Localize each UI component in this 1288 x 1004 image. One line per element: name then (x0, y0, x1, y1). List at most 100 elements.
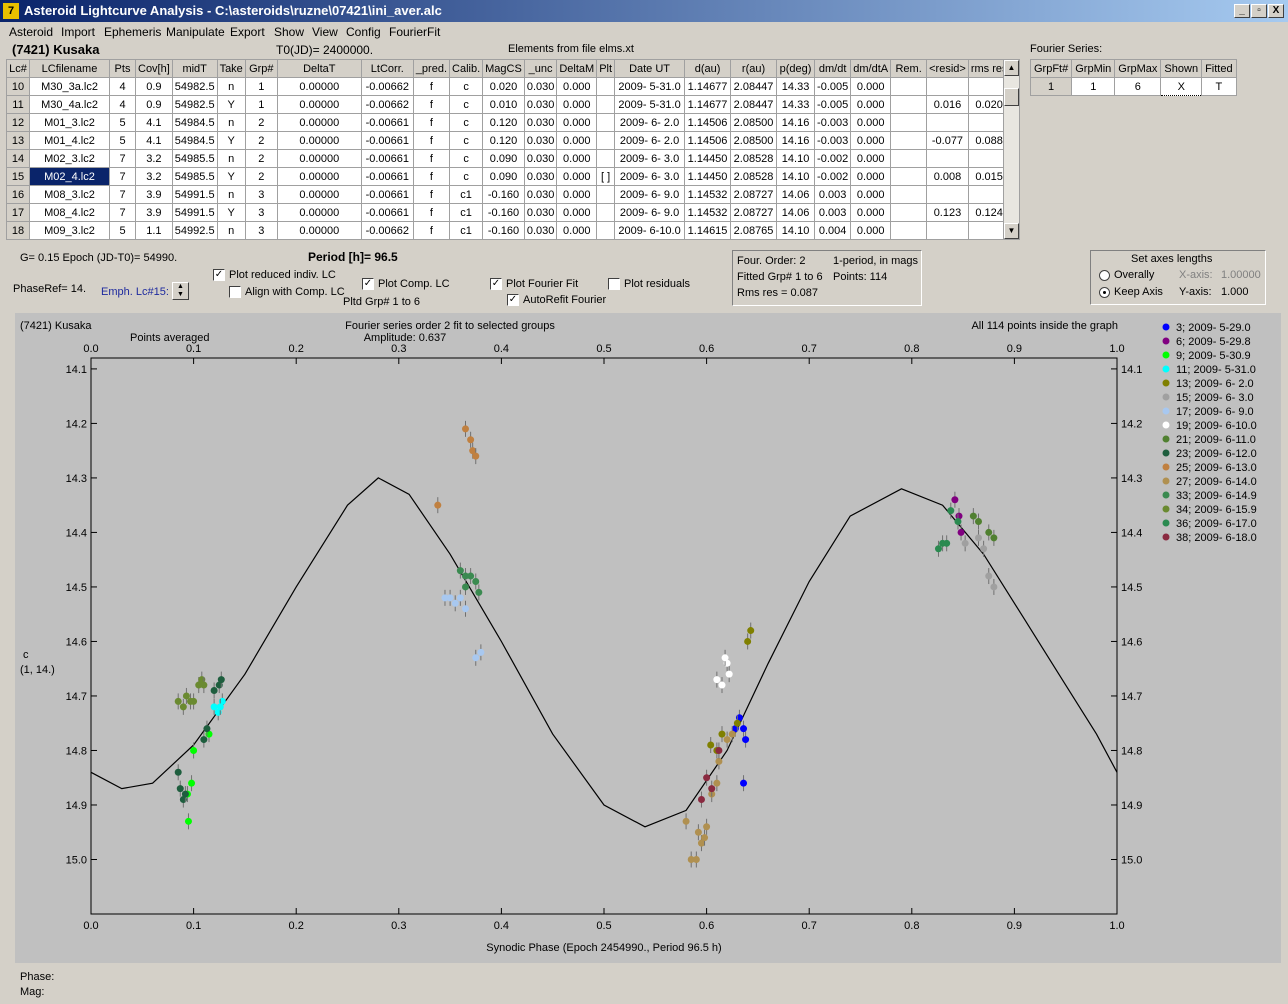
table-cell[interactable]: c (449, 149, 484, 168)
table-cell[interactable]: 0.120 (482, 113, 525, 132)
table-cell[interactable]: M08_3.lc2 (29, 185, 110, 204)
table-cell[interactable]: -0.00661 (360, 167, 414, 186)
table-cell[interactable]: -0.002 (814, 167, 852, 186)
emph-spinner[interactable]: ▲ ▼ (172, 282, 189, 300)
table-cell[interactable]: n (216, 185, 246, 204)
table-cell[interactable]: 14.33 (776, 95, 816, 114)
table-cell[interactable]: -0.00661 (360, 131, 414, 150)
table-cell[interactable]: 1 (244, 77, 278, 96)
table-cell[interactable]: 4 (109, 77, 136, 96)
table-cell[interactable]: 0.9 (135, 77, 173, 96)
table-cell[interactable]: -0.160 (482, 185, 525, 204)
table-cell[interactable]: 0.030 (523, 185, 558, 204)
plot-reduced-checkbox[interactable]: ✓ Plot reduced indiv. LC (213, 269, 336, 282)
table-cell[interactable]: -0.00662 (360, 221, 414, 240)
table-cell[interactable] (596, 203, 616, 222)
table-cell[interactable]: 2.08447 (730, 95, 778, 114)
table-cell[interactable]: 0.010 (482, 95, 525, 114)
table-cell[interactable] (596, 149, 616, 168)
table-cell[interactable]: 0.00000 (276, 131, 362, 150)
table-cell[interactable]: c (449, 77, 484, 96)
table-cell[interactable]: 0.030 (523, 221, 558, 240)
table-cell[interactable]: Y (216, 203, 246, 222)
table-cell[interactable]: 0.000 (556, 113, 598, 132)
table-cell[interactable]: 0.00000 (276, 167, 362, 186)
minimize-button[interactable]: _ (1234, 4, 1250, 18)
table-cell[interactable]: 0.000 (556, 131, 598, 150)
menu-config[interactable]: Config (346, 25, 381, 39)
table-cell[interactable] (890, 185, 928, 204)
scroll-up-icon[interactable]: ▲ (1004, 60, 1019, 76)
column-header[interactable]: Take (216, 59, 246, 78)
table-cell[interactable] (890, 149, 928, 168)
table-cell[interactable]: -0.00662 (360, 95, 414, 114)
table-cell[interactable]: 14.10 (776, 167, 816, 186)
table-cell[interactable]: -0.160 (482, 203, 525, 222)
table-cell[interactable] (926, 77, 969, 96)
fourier-cell[interactable]: 6 (1114, 77, 1162, 96)
menu-asteroid[interactable]: Asteroid (9, 25, 53, 39)
table-cell[interactable]: 2009- 5-31.0 (614, 77, 686, 96)
table-cell[interactable]: 0.120 (482, 131, 525, 150)
table-cell[interactable]: 1.14532 (684, 203, 732, 222)
table-cell[interactable]: 0.000 (850, 131, 892, 150)
table-cell[interactable]: 0.030 (523, 149, 558, 168)
table-cell[interactable]: 0.030 (523, 113, 558, 132)
table-cell[interactable]: -0.077 (926, 131, 969, 150)
table-cell[interactable]: 54984.5 (171, 131, 218, 150)
column-header[interactable]: <resid> (926, 59, 969, 78)
table-cell[interactable]: 0.008 (926, 167, 969, 186)
table-cell[interactable]: M30_4a.lc2 (29, 95, 110, 114)
table-cell[interactable]: 4.1 (135, 131, 173, 150)
table-cell[interactable]: f (412, 221, 451, 240)
row-number[interactable]: 14 (6, 149, 30, 168)
table-cell[interactable]: 1.1 (135, 221, 173, 240)
table-cell[interactable]: n (216, 221, 246, 240)
table-cell[interactable]: -0.005 (814, 95, 852, 114)
table-cell[interactable]: 3.9 (135, 203, 173, 222)
table-cell[interactable] (596, 221, 616, 240)
table-cell[interactable] (596, 95, 616, 114)
table-cell[interactable]: 14.06 (776, 185, 816, 204)
table-cell[interactable]: 1.14532 (684, 185, 732, 204)
app-icon[interactable]: 7 (3, 3, 19, 19)
table-cell[interactable]: f (412, 113, 451, 132)
table-cell[interactable]: 5 (109, 221, 136, 240)
table-cell[interactable] (926, 221, 969, 240)
table-cell[interactable]: 0.030 (523, 203, 558, 222)
column-header[interactable]: MagCS (482, 59, 525, 78)
table-cell[interactable]: 0.00000 (276, 95, 362, 114)
table-cell[interactable] (890, 95, 928, 114)
row-number[interactable]: 18 (6, 221, 30, 240)
table-cell[interactable]: f (412, 95, 451, 114)
table-cell[interactable]: 3.9 (135, 185, 173, 204)
table-cell[interactable]: f (412, 131, 451, 150)
column-header[interactable]: Calib. (449, 59, 484, 78)
table-row[interactable]: 15 M02_4.lc2 7 3.2 54985.5 Y 2 0.00000 -0.00661 f… (6, 167, 1011, 186)
table-cell[interactable]: 14.10 (776, 149, 816, 168)
fourier-column-header[interactable]: Fitted (1201, 59, 1237, 78)
close-button[interactable]: X (1268, 4, 1284, 18)
column-header[interactable]: Cov[h] (135, 59, 173, 78)
table-row[interactable]: 16 M08_3.lc2 7 3.9 54991.5 n 3 0.00000 -0.00661 f… (6, 185, 1011, 204)
table-cell[interactable]: 2 (244, 149, 278, 168)
table-cell[interactable]: M02_3.lc2 (29, 149, 110, 168)
table-cell[interactable]: 1.14677 (684, 77, 732, 96)
table-cell[interactable]: 0.000 (850, 149, 892, 168)
table-cell[interactable]: 4.1 (135, 113, 173, 132)
column-header[interactable]: LtCorr. (360, 59, 414, 78)
table-cell[interactable]: [ ] (596, 167, 616, 186)
table-row[interactable]: 14 M02_3.lc2 7 3.2 54985.5 n 2 0.00000 -0.00661 f… (6, 149, 1011, 168)
table-cell[interactable]: M02_4.lc2 (29, 167, 110, 186)
table-cell[interactable]: M08_4.lc2 (29, 203, 110, 222)
table-cell[interactable]: 0.000 (850, 95, 892, 114)
menu-export[interactable]: Export (230, 25, 265, 39)
column-header[interactable]: Grp# (244, 59, 278, 78)
table-cell[interactable]: 7 (109, 167, 136, 186)
table-cell[interactable]: c (449, 95, 484, 114)
maximize-button[interactable]: ▫ (1251, 4, 1267, 18)
fourier-cell[interactable]: 1 (1029, 77, 1073, 96)
menu-ephemeris[interactable]: Ephemeris (104, 25, 161, 39)
table-cell[interactable]: 54984.5 (171, 113, 218, 132)
table-cell[interactable]: -0.00661 (360, 185, 414, 204)
